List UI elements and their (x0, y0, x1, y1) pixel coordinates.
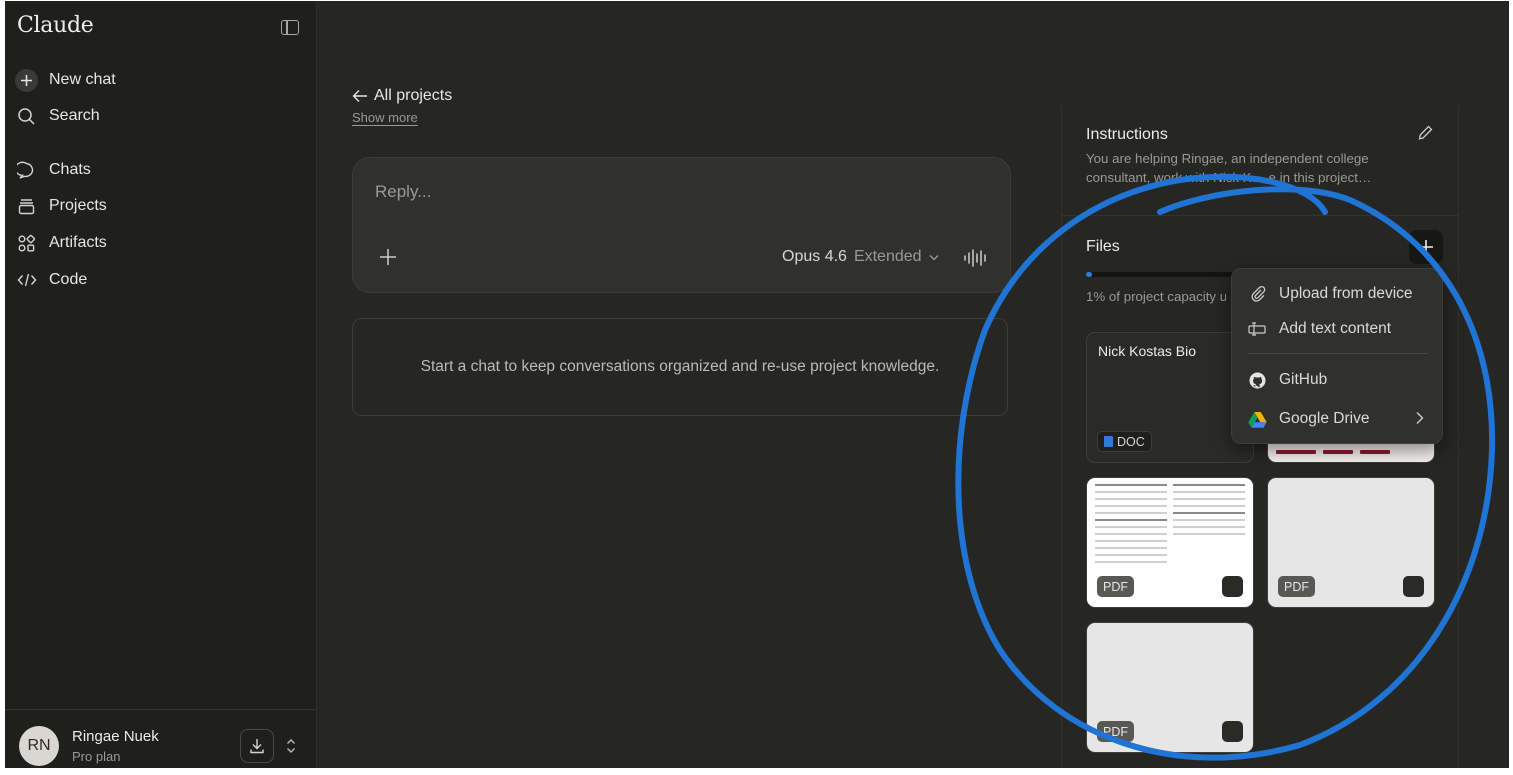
sidebar-item-label: Search (49, 107, 100, 124)
pdf-thumbnail-right (1173, 484, 1245, 584)
plus-icon (380, 249, 396, 265)
download-button[interactable] (240, 729, 274, 763)
menu-item-label: GitHub (1279, 371, 1328, 388)
pencil-icon (1418, 125, 1433, 140)
show-more-link[interactable]: Show more (352, 110, 418, 125)
sidebar-item-label: Projects (49, 197, 107, 214)
waveform-icon (964, 249, 986, 267)
github-icon (1248, 371, 1267, 390)
user-name: Ringae Nuek (72, 728, 159, 745)
arrow-left-icon (352, 90, 367, 102)
capacity-fill (1086, 272, 1092, 277)
thumbnail-detail (1276, 450, 1316, 454)
add-file-button[interactable] (1409, 230, 1443, 264)
sidebar: Claude New chat Search Chats Projects Ar… (5, 1, 317, 768)
file-type-badge: PDF (1097, 576, 1134, 597)
menu-item-upload-from-device[interactable]: Upload from device (1248, 281, 1413, 307)
google-drive-icon (1248, 410, 1267, 429)
app-window: Claude New chat Search Chats Projects Ar… (5, 1, 1509, 768)
sidebar-item-search[interactable]: Search (15, 101, 100, 131)
model-name: Opus 4.6 (782, 248, 847, 265)
pdf-thumbnail-left (1095, 484, 1167, 584)
avatar: RN (19, 726, 59, 766)
file-type-badge: PDF (1278, 576, 1315, 597)
chat-composer: Opus 4.6 Extended (352, 157, 1011, 293)
sidebar-item-chats[interactable]: Chats (15, 155, 91, 185)
code-brackets-icon (15, 269, 38, 292)
menu-item-label: Add text content (1279, 320, 1392, 337)
shapes-icon (15, 232, 38, 255)
menu-item-github[interactable]: GitHub (1248, 367, 1327, 393)
empty-state-card: Start a chat to keep conversations organ… (352, 318, 1008, 416)
file-options-chip[interactable] (1222, 576, 1243, 597)
sidebar-toggle-icon[interactable] (281, 20, 299, 35)
menu-item-add-text-content[interactable]: Add text content (1248, 316, 1391, 342)
instructions-text[interactable]: You are helping Ringae, an independent c… (1086, 150, 1426, 187)
thumbnail-detail (1323, 450, 1353, 454)
add-file-menu: Upload from device Add text content GitH… (1231, 268, 1443, 444)
file-type-badge: PDF (1097, 721, 1134, 742)
brand-logo[interactable]: Claude (17, 13, 94, 38)
file-options-chip[interactable] (1403, 576, 1424, 597)
user-account-bar[interactable]: RN Ringae Nuek Pro plan (5, 709, 317, 768)
file-card-pdf[interactable]: PDF (1086, 477, 1254, 608)
back-to-projects-link[interactable]: All projects (352, 87, 452, 105)
menu-item-label: Upload from device (1279, 285, 1413, 302)
back-label: All projects (374, 87, 453, 104)
sidebar-item-label: Code (49, 271, 88, 288)
search-icon (15, 105, 38, 128)
file-options-chip[interactable] (1222, 721, 1243, 742)
model-mode: Extended (853, 248, 922, 265)
paperclip-icon (1248, 285, 1267, 304)
sidebar-item-label: Chats (49, 161, 91, 178)
menu-item-google-drive[interactable]: Google Drive (1248, 406, 1369, 432)
reply-input[interactable] (375, 182, 975, 202)
account-menu-toggle[interactable] (284, 736, 298, 756)
google-doc-icon (1104, 436, 1113, 447)
plus-icon (1419, 240, 1433, 254)
text-cursor-icon (1248, 320, 1267, 339)
plus-icon (15, 68, 38, 92)
file-title: Nick Kostas Bio (1098, 343, 1197, 359)
empty-state-text: Start a chat to keep conversations organ… (420, 358, 940, 375)
thumbnail-detail (1360, 450, 1390, 454)
sidebar-item-code[interactable]: Code (15, 265, 87, 295)
file-type-label: DOC (1117, 434, 1145, 449)
sidebar-item-artifacts[interactable]: Artifacts (15, 228, 107, 258)
capacity-text: 1% of project capacity u (1086, 289, 1226, 304)
chevron-down-icon (929, 254, 939, 260)
folder-stack-icon (15, 195, 38, 218)
chat-bubble-icon (15, 159, 38, 182)
sidebar-item-projects[interactable]: Projects (15, 191, 107, 221)
chevron-right-icon (1415, 411, 1425, 425)
model-selector[interactable]: Opus 4.6 Extended (782, 248, 939, 266)
sidebar-item-label: Artifacts (49, 234, 107, 251)
file-type-badge: DOC (1097, 431, 1152, 452)
divider (1062, 215, 1459, 216)
instructions-title: Instructions (1086, 126, 1168, 143)
download-icon (250, 739, 264, 754)
attach-button[interactable] (378, 247, 398, 267)
files-title: Files (1086, 238, 1120, 255)
voice-input-button[interactable] (963, 247, 989, 269)
file-card-doc[interactable]: Nick Kostas Bio DOC (1086, 332, 1254, 463)
file-card-pdf[interactable]: PDF (1086, 622, 1254, 753)
menu-item-label: Google Drive (1279, 410, 1370, 427)
sidebar-item-label: New chat (49, 71, 116, 88)
chevron-up-down-icon (287, 739, 295, 753)
sidebar-item-new-chat[interactable]: New chat (15, 65, 116, 95)
capacity-bar (1086, 272, 1246, 277)
edit-instructions-button[interactable] (1417, 124, 1435, 142)
menu-divider (1248, 353, 1428, 354)
user-plan: Pro plan (72, 749, 121, 764)
file-card-pdf[interactable]: PDF (1267, 477, 1435, 608)
